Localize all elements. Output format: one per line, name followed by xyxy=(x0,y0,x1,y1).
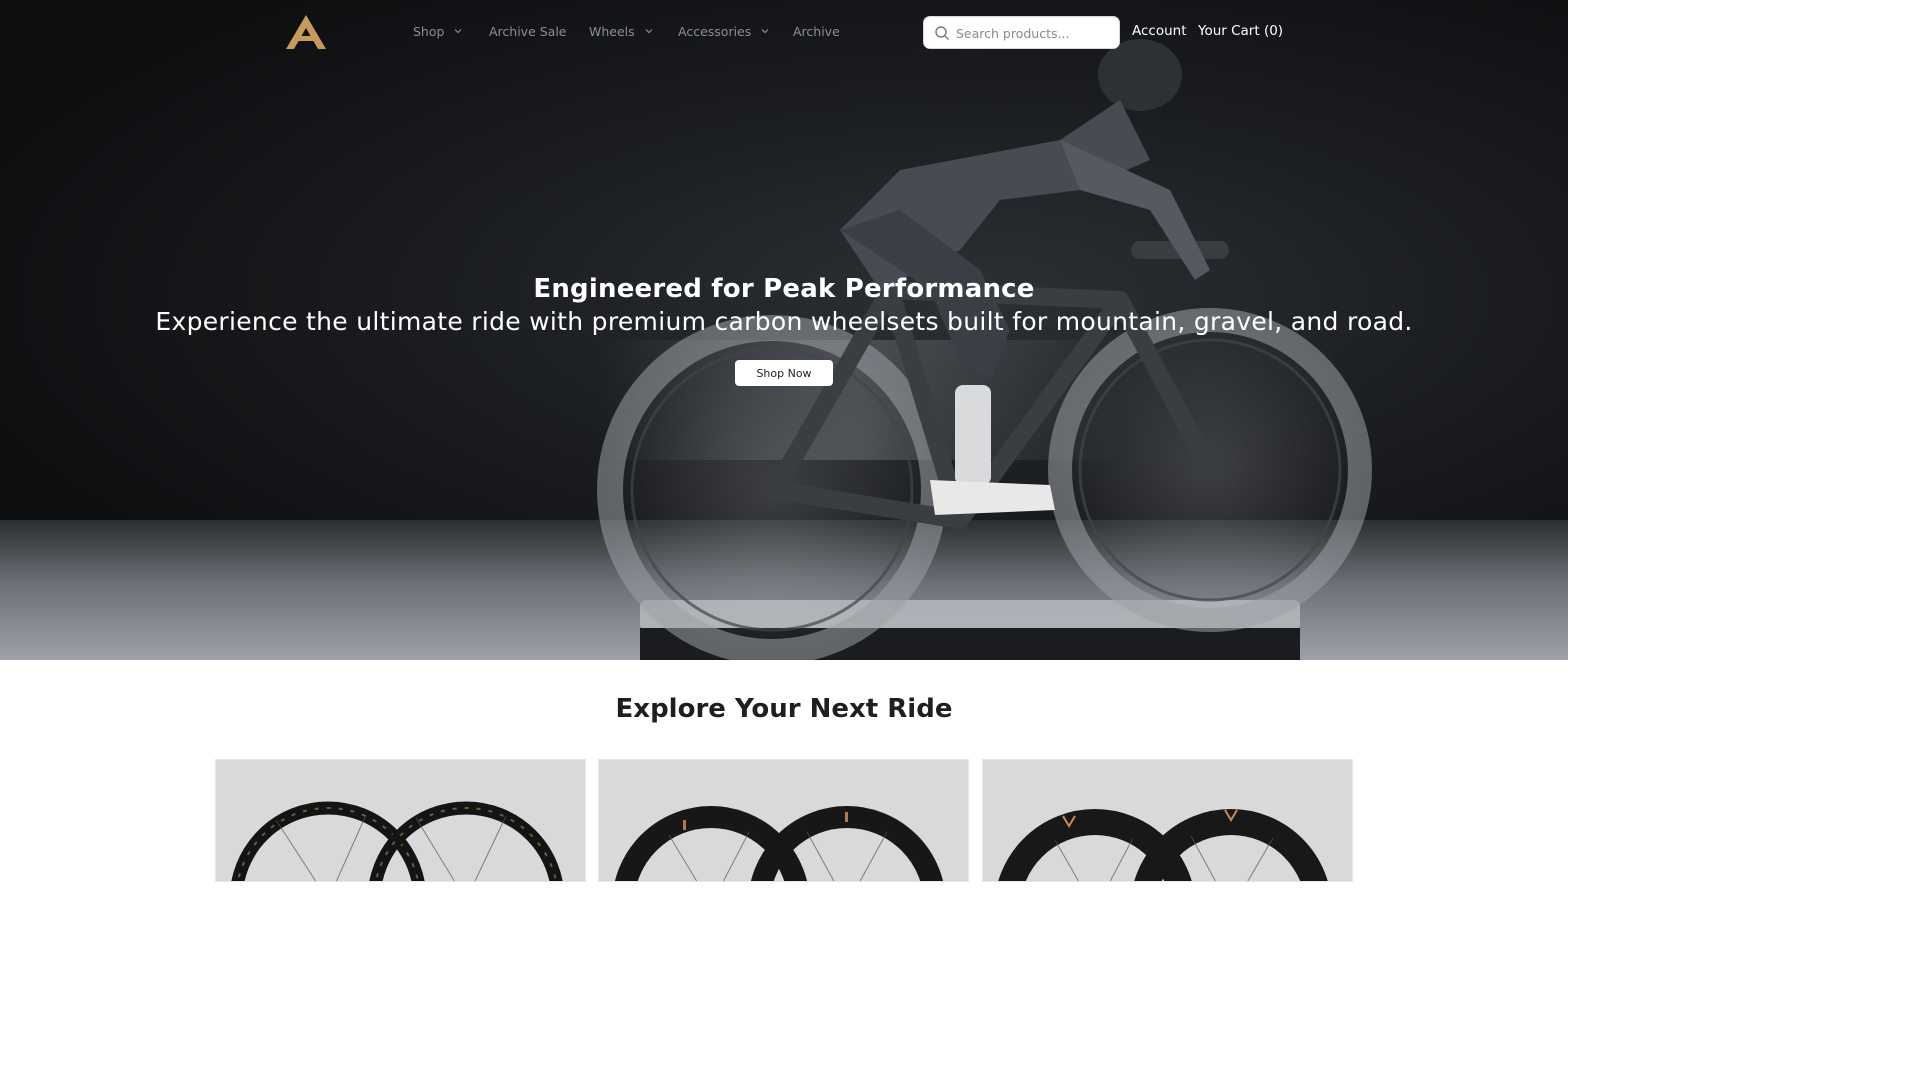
nav-item-label: Archive Sale xyxy=(489,24,567,39)
nav-item-label: Wheels xyxy=(589,24,635,39)
cart-link[interactable]: Your Cart (0) xyxy=(1198,23,1283,39)
wheelset-image xyxy=(998,809,1328,881)
nav-item-accessories[interactable]: Accessories xyxy=(678,24,769,42)
product-card-gravel[interactable] xyxy=(598,759,969,882)
search-icon xyxy=(935,26,949,40)
chevron-down-icon xyxy=(645,29,653,34)
hero-section: Shop Archive Sale Wheels Accessories Arc… xyxy=(0,0,1568,660)
nav-item-label: Accessories xyxy=(678,24,752,39)
brand-logo[interactable] xyxy=(286,15,326,49)
nav-item-archive[interactable]: Archive xyxy=(793,24,840,42)
nav-item-label: Shop xyxy=(413,24,445,39)
wheelset-image xyxy=(231,801,563,881)
hero-title: Engineered for Peak Performance xyxy=(533,274,1035,304)
hero-subtitle: Experience the ultimate ride with premiu… xyxy=(155,307,1413,336)
product-card-road[interactable] xyxy=(982,759,1353,882)
nav-item-wheels[interactable]: Wheels xyxy=(589,24,653,42)
wheelset-image xyxy=(614,806,944,881)
chevron-down-icon xyxy=(455,29,462,34)
chevron-down-icon xyxy=(761,29,769,34)
shop-now-button[interactable]: Shop Now xyxy=(735,360,833,386)
search-input[interactable] xyxy=(956,23,1111,43)
account-link[interactable]: Account xyxy=(1132,23,1187,39)
nav-item-label: Archive xyxy=(793,24,840,39)
top-navigation: Shop Archive Sale Wheels Accessories Arc… xyxy=(0,0,1568,64)
explore-section-title: Explore Your Next Ride xyxy=(615,694,953,724)
nav-item-archive-sale[interactable]: Archive Sale xyxy=(489,24,567,42)
search-box xyxy=(923,16,1120,49)
product-card-mountain[interactable] xyxy=(215,759,586,882)
nav-item-shop[interactable]: Shop xyxy=(413,24,462,42)
